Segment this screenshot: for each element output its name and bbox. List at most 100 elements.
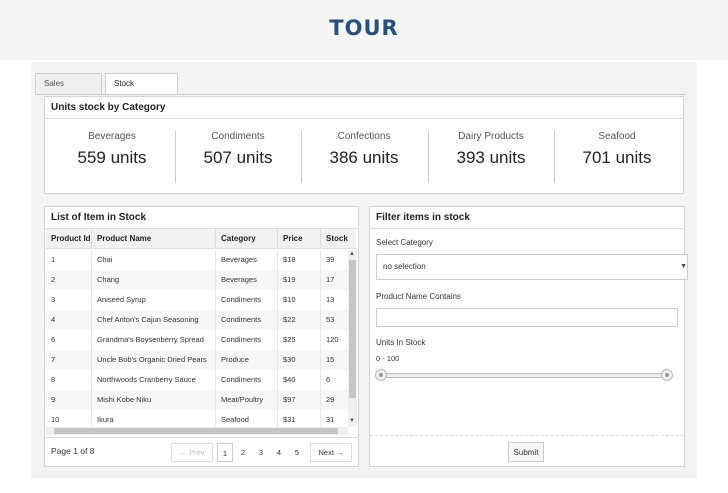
- table-row[interactable]: 8 Northwoods Cranberry Sauce Condiments …: [46, 370, 348, 390]
- cell-product-name: Grandma's Boysenberry Spread: [92, 330, 216, 350]
- tab-divider: [35, 94, 686, 95]
- cell-product-id: 8: [46, 370, 92, 390]
- units-in-stock-label: Units In Stock: [376, 338, 426, 347]
- stat-name: Condiments: [211, 131, 265, 142]
- pager: Page 1 of 8 ← Prev 1 2 3 4 5 Next →: [45, 437, 358, 467]
- next-page-button[interactable]: Next →: [310, 443, 352, 462]
- cell-product-name: Ikura: [92, 410, 216, 427]
- cell-product-name: Aniseed Syrup: [92, 290, 216, 310]
- cell-category: Condiments: [216, 330, 278, 350]
- stat-condiments: Condiments 507 units: [175, 131, 301, 168]
- column-header[interactable]: Product Name: [92, 229, 216, 249]
- category-select[interactable]: no selection ▼: [376, 254, 688, 280]
- cell-category: Condiments: [216, 310, 278, 330]
- cell-price: $22: [278, 310, 321, 330]
- slider-max-handle[interactable]: [661, 369, 673, 381]
- units-stock-panel: Units stock by Category Beverages 559 un…: [44, 96, 684, 194]
- column-header[interactable]: Product Id: [46, 229, 92, 249]
- cell-stock: 53: [326, 315, 335, 324]
- cell-price: $10: [278, 290, 321, 310]
- table-row[interactable]: 1 Chai Beverages $18 39: [46, 250, 348, 270]
- column-header[interactable]: Price: [278, 229, 321, 249]
- form-divider: [370, 435, 684, 436]
- table-row[interactable]: 6 Grandma's Boysenberry Spread Condiment…: [46, 330, 348, 350]
- page-button-2[interactable]: 2: [235, 443, 251, 462]
- cell-product-id: 9: [46, 390, 92, 410]
- units-range-slider[interactable]: [381, 373, 671, 378]
- tab-sales-dashboard[interactable]: Sales Dashboard: [35, 73, 102, 108]
- arrow-down-icon[interactable]: ▼: [349, 418, 355, 424]
- page-button-5[interactable]: 5: [289, 443, 305, 462]
- table-row[interactable]: 7 Uncle Bob's Organic Dried Pears Produc…: [46, 350, 348, 370]
- product-name-label: Product Name Contains: [376, 292, 461, 301]
- page-button-4[interactable]: 4: [271, 443, 287, 462]
- stat-value: 393 units: [456, 148, 526, 167]
- table-row[interactable]: 4 Chef Anton's Cajun Seasoning Condiment…: [46, 310, 348, 330]
- tab-stock-dashboard[interactable]: Stock Dashboard: [105, 73, 178, 108]
- stock-list-panel: List of Item in Stock Product Id Product…: [44, 206, 359, 467]
- arrow-up-icon[interactable]: ▲: [349, 251, 355, 257]
- units-range-value: 0 - 100: [376, 354, 400, 363]
- caret-down-icon: ▼: [680, 263, 687, 270]
- cell-product-id: 2: [46, 270, 92, 290]
- product-name-input[interactable]: [376, 308, 678, 327]
- cell-category: Condiments: [216, 370, 278, 390]
- page-button-1[interactable]: 1: [217, 443, 233, 462]
- scrollbar-thumb[interactable]: [54, 428, 338, 434]
- cell-stock: 17: [326, 275, 335, 284]
- submit-button[interactable]: Submit: [508, 442, 544, 462]
- cell-product-id: 4: [46, 310, 92, 330]
- cell-stock: 120: [326, 335, 339, 344]
- column-header[interactable]: Category: [216, 229, 278, 249]
- cell-price: $19: [278, 270, 321, 290]
- stat-name: Seafood: [598, 131, 636, 142]
- cell-product-id: 1: [46, 250, 92, 270]
- cell-category: Meat/Poultry: [216, 390, 278, 410]
- cell-stock: 29: [326, 395, 335, 404]
- grid-header: Product Id Product Name Category Price S…: [46, 229, 356, 249]
- filter-panel: Filter items in stock Select Category no…: [369, 206, 688, 467]
- table-row[interactable]: 2 Chang Beverages $19 17: [46, 270, 348, 290]
- pager-status: Page 1 of 8: [51, 446, 95, 456]
- category-select-value: no selection: [383, 262, 426, 271]
- page-button-3[interactable]: 3: [253, 443, 269, 462]
- cell-product-name: Chang: [92, 270, 216, 290]
- stat-name: Beverages: [88, 131, 136, 142]
- cell-product-name: Chai: [92, 250, 216, 270]
- cell-stock: 39: [326, 255, 335, 264]
- stat-value: 386 units: [329, 148, 399, 167]
- cell-product-name: Chef Anton's Cajun Seasoning: [92, 310, 216, 330]
- cell-product-id: 3: [46, 290, 92, 310]
- table-row[interactable]: 3 Aniseed Syrup Condiments $10 13: [46, 290, 348, 310]
- cell-category: Produce: [216, 350, 278, 370]
- dashboard-area: Sales Dashboard Stock Dashboard Units st…: [31, 62, 697, 478]
- cell-product-name: Northwoods Cranberry Sauce: [92, 370, 216, 390]
- panel-title: List of Item in Stock: [45, 207, 358, 229]
- panel-title: Filter items in stock: [370, 207, 684, 229]
- column-header[interactable]: Stock: [321, 229, 356, 249]
- cell-price: $31: [278, 410, 321, 427]
- cell-stock: 13: [326, 295, 335, 304]
- stat-beverages: Beverages 559 units: [49, 131, 175, 168]
- horizontal-scrollbar[interactable]: [46, 427, 348, 435]
- stat-name: Dairy Products: [458, 131, 524, 142]
- stat-value: 507 units: [203, 148, 273, 167]
- vertical-scrollbar[interactable]: ▲ ▼: [348, 250, 357, 427]
- cell-price: $40: [278, 370, 321, 390]
- table-row[interactable]: 9 Mishi Kobe Niku Meat/Poultry $97 29: [46, 390, 348, 410]
- category-label: Select Category: [376, 238, 433, 247]
- cell-category: Condiments: [216, 290, 278, 310]
- cell-price: $30: [278, 350, 321, 370]
- cell-product-id: 7: [46, 350, 92, 370]
- stat-value: 559 units: [77, 148, 147, 167]
- prev-page-button[interactable]: ← Prev: [171, 443, 213, 462]
- scrollbar-thumb[interactable]: [349, 260, 356, 398]
- page-title: TOUR: [329, 16, 399, 40]
- grid-body: 1 Chai Beverages $18 39 2 Chang Beverage…: [46, 250, 348, 427]
- cell-product-name: Mishi Kobe Niku: [92, 390, 216, 410]
- slider-min-handle[interactable]: [375, 369, 387, 381]
- cell-product-name: Uncle Bob's Organic Dried Pears: [92, 350, 216, 370]
- table-row[interactable]: 10 Ikura Seafood $31 31: [46, 410, 348, 427]
- cell-stock: 31: [326, 415, 335, 424]
- cell-price: $18: [278, 250, 321, 270]
